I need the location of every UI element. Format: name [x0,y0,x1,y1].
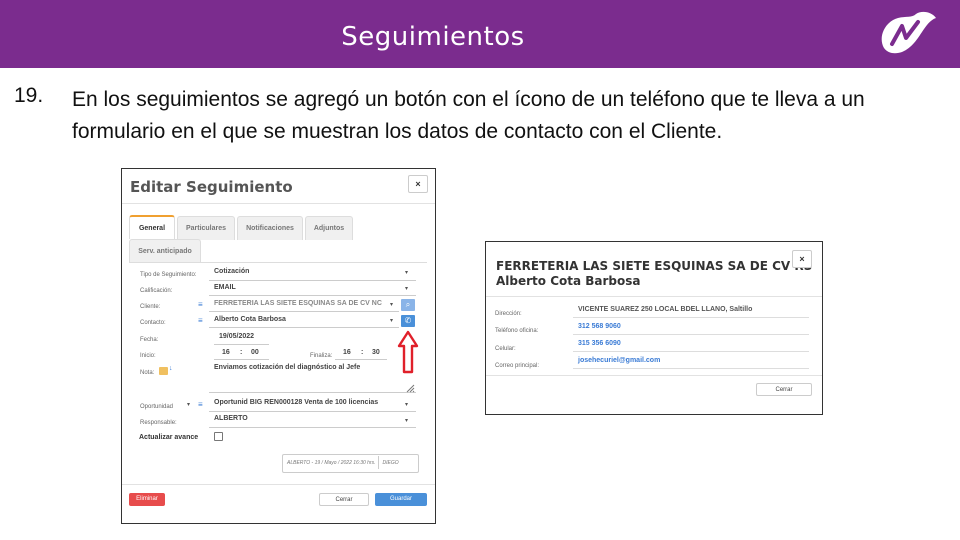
field-line [209,411,416,412]
field-line [214,344,269,345]
inicio-hour[interactable]: 16 [222,349,230,356]
field-line [209,280,416,281]
divider [486,296,822,297]
list-icon[interactable]: ≡ [198,316,203,325]
avance-checkbox[interactable] [214,432,223,441]
chevron-down-icon: ▾ [390,302,394,308]
final-minute[interactable]: 30 [372,349,380,356]
time-colon: : [240,349,243,356]
close-icon[interactable]: × [792,250,812,268]
note-icon[interactable] [159,367,168,375]
tipo-select[interactable]: Cotización [214,268,249,275]
field-line [214,359,269,360]
nota-value: Enviamos cotización del diagnóstico al J… [214,364,361,371]
nota-label: Nota: [140,370,155,376]
logo-icon [881,11,936,54]
chevron-down-icon: ▾ [405,270,409,276]
celular-value[interactable]: 315 356 6090 [578,340,621,347]
time-colon: : [361,349,364,356]
celular-label: Celular: [495,346,516,352]
tipo-label: Tipo de Seguimiento: [140,272,197,278]
field-line [573,317,809,318]
correo-label: Correo principal: [495,363,540,369]
phone-icon[interactable]: ✆ [401,315,415,327]
company-name: FERRETERIA LAS SIETE ESQUINAS SA DE CV R… [496,259,813,273]
audit-info: ALBERTO - 19 / Mayo / 2022 16:30 hrs. DIE… [282,454,419,473]
inicio-minute[interactable]: 00 [251,349,259,356]
list-icon[interactable]: ≡ [198,300,203,309]
field-line [209,295,416,296]
responsable-label: Responsable: [140,420,177,426]
title-banner: Seguimientos [0,0,960,68]
audit-text: ALBERTO - 19 / Mayo / 2022 16:30 hrs. [287,460,376,466]
save-button[interactable]: Guardar [375,493,427,506]
tab-adjuntos[interactable]: Adjuntos [305,216,353,240]
footer-divider [486,375,822,376]
field-line [573,368,809,369]
resize-handle-icon[interactable] [406,384,415,393]
point-number: 19. [14,84,44,107]
divider [122,203,435,204]
field-line [209,311,399,312]
field-line [573,351,809,352]
tab-divider [129,262,427,263]
slide-title: Seguimientos [341,22,525,52]
final-hour[interactable]: 16 [343,349,351,356]
cliente-label: Cliente: [140,304,161,310]
tab-particulares[interactable]: Particulares [177,216,235,240]
final-label: Finaliza: [310,353,333,359]
responsable-select[interactable]: ALBERTO [214,415,248,422]
calif-select[interactable]: EMAIL [214,284,236,291]
chevron-down-icon[interactable]: ▾ [187,401,190,408]
chevron-down-icon: ▾ [390,318,394,324]
chevron-down-icon: ▾ [405,286,409,292]
correo-value[interactable]: josehecuriel@gmail.com [578,357,660,364]
contacto-label: Contacto: [140,320,166,326]
audit-user: DIEGO [382,460,399,466]
field-line [209,427,416,428]
arrow-down-icon[interactable]: ↓ [169,365,173,372]
chevron-down-icon: ▾ [405,402,409,408]
contact-name: Alberto Cota Barbosa [496,274,641,288]
contact-modal-title: FERRETERIA LAS SIETE ESQUINAS SA DE CV R… [496,259,812,289]
contact-close-button[interactable]: Cerrar [756,383,812,396]
contacto-select[interactable]: Alberto Cota Barbosa [214,316,286,323]
calif-label: Calificación: [140,288,173,294]
direccion-value: VICENTE SUAREZ 250 LOCAL BDEL LLANO, Sal… [578,306,753,313]
modal-title: Editar Seguimiento [130,178,293,196]
telefono-label: Teléfono oficina: [495,328,539,334]
delete-button[interactable]: Eliminar [129,493,165,506]
close-icon[interactable]: × [408,175,428,193]
fecha-label: Fecha: [140,337,159,343]
direccion-label: Dirección: [495,311,522,317]
telefono-value[interactable]: 312 568 9060 [578,323,621,330]
chevron-down-icon: ▾ [405,418,409,424]
close-button[interactable]: Cerrar [319,493,369,506]
field-line [573,334,809,335]
point-text: En los seguimientos se agregó un botón c… [72,88,865,143]
tab-serv-anticipado[interactable]: Serv. anticipado [129,239,201,263]
footer-divider [122,484,435,485]
tab-general[interactable]: General [129,215,175,239]
avance-label: Actualizar avance [139,434,199,441]
fecha-input[interactable]: 19/05/2022 [219,333,254,340]
oportunidad-label: Oportunidad [140,404,174,410]
list-icon[interactable]: ≡ [198,400,203,409]
field-line [335,359,387,360]
oportunidad-select[interactable]: Oportunid BIG REN000128 Venta de 100 lic… [214,399,378,406]
search-icon[interactable]: ⌕ [401,299,415,311]
field-line [209,327,399,328]
tab-notificaciones[interactable]: Notificaciones [237,216,303,240]
cliente-select[interactable]: FERRETERIA LAS SIETE ESQUINAS SA DE CV N… [214,300,382,307]
inicio-label: Inicio: [140,353,156,359]
